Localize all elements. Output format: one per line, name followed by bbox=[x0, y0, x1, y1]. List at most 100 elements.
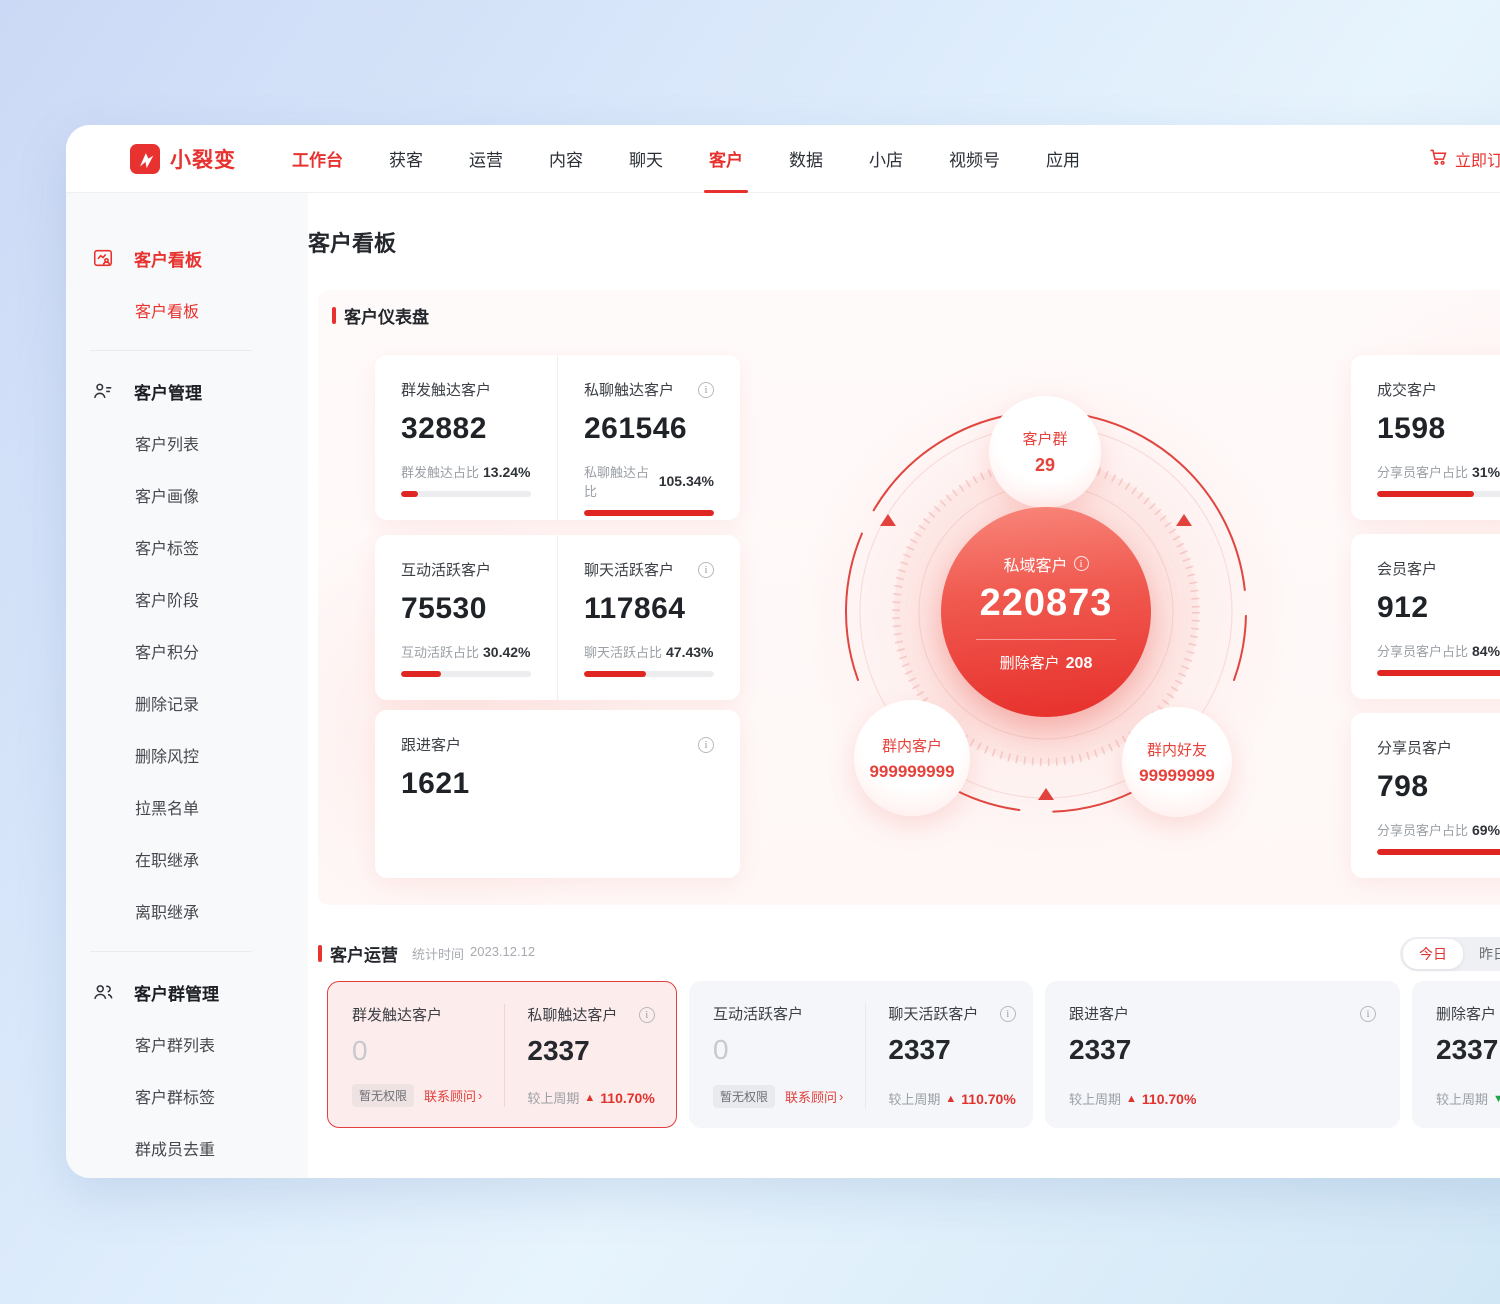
toggle-yesterday[interactable]: 昨日 bbox=[1463, 939, 1500, 969]
section-accent-bar bbox=[318, 945, 322, 962]
stat-private-chat-reach: 私聊触达客户i 261546 私聊触达占比105.34% bbox=[557, 355, 740, 520]
stat-card-member-customers: 会员客户 912 分享员客户占比84% bbox=[1351, 534, 1500, 699]
trend-indicator: 较上周期▲110.70% bbox=[1069, 1089, 1196, 1108]
nav-item-customer[interactable]: 客户 bbox=[709, 146, 743, 171]
progress-bar bbox=[401, 671, 531, 677]
nav-item-workbench[interactable]: 工作台 bbox=[292, 146, 343, 171]
ops-mass-reach: 群发触达客户 0 暂无权限 联系顾问› bbox=[352, 1004, 482, 1107]
sidebar-group-group-mgmt[interactable]: 客户群管理 bbox=[66, 966, 308, 1018]
operations-cards: 群发触达客户 0 暂无权限 联系顾问› 私聊触达客户i 2337 较上周期▲11… bbox=[327, 981, 1500, 1128]
nav-item-content[interactable]: 内容 bbox=[549, 146, 583, 171]
gauge-arrow-bottom bbox=[1038, 788, 1054, 800]
no-permission-badge: 暂无权限 bbox=[352, 1084, 414, 1107]
down-arrow-icon: ▼ bbox=[1493, 1093, 1500, 1105]
info-icon[interactable]: i bbox=[1360, 1006, 1376, 1022]
main-nav: 工作台 获客 运营 内容 聊天 客户 数据 小店 视频号 应用 bbox=[292, 146, 1080, 171]
brand-logo[interactable]: 小裂变 bbox=[130, 144, 236, 174]
info-icon[interactable]: i bbox=[698, 382, 714, 398]
stat-card-row3: 跟进客户i 1621 bbox=[375, 710, 740, 878]
contact-advisor-link[interactable]: 联系顾问› bbox=[785, 1087, 843, 1106]
stat-card-row2: 互动活跃客户 75530 互动活跃占比30.42% 聊天活跃客户i 117864… bbox=[375, 535, 740, 700]
dashboard-section-header: 客户仪表盘 bbox=[332, 303, 429, 328]
stat-card-sharer-customers: 分享员客户 798 分享员客户占比69% bbox=[1351, 713, 1500, 878]
sidebar-item-onjob-transfer[interactable]: 在职继承 bbox=[66, 833, 308, 885]
sidebar-group-customer-mgmt[interactable]: 客户管理 bbox=[66, 365, 308, 417]
nav-item-video[interactable]: 视频号 bbox=[949, 146, 1000, 171]
app-window: 小裂变 工作台 获客 运营 内容 聊天 客户 数据 小店 视频号 应用 bbox=[66, 125, 1500, 1178]
stat-follow-up: 跟进客户i 1621 bbox=[375, 710, 740, 878]
people-icon bbox=[90, 981, 116, 1003]
date-range-toggle: 今日 昨日 bbox=[1400, 937, 1500, 971]
info-icon[interactable]: i bbox=[698, 737, 714, 753]
sidebar-item-member-dedupe[interactable]: 群成员去重 bbox=[66, 1122, 308, 1174]
gauge-in-group-customers: 群内客户 999999999 bbox=[854, 700, 970, 816]
info-icon[interactable]: i bbox=[639, 1007, 655, 1023]
main-content: 客户看板 客户仪表盘 群发触达客户 32882 群发触达占比13.24% bbox=[308, 193, 1500, 1178]
nav-item-apps[interactable]: 应用 bbox=[1046, 146, 1080, 171]
chevron-right-icon: › bbox=[478, 1088, 482, 1103]
sidebar-item-delete-records[interactable]: 删除记录 bbox=[66, 677, 308, 729]
info-icon[interactable]: i bbox=[1000, 1006, 1016, 1022]
trend-indicator: 较上周期▼ bbox=[1436, 1089, 1500, 1108]
sidebar: 客户看板 客户看板 客户管理 客户列表 客户画像 bbox=[66, 193, 308, 1178]
nav-item-shop[interactable]: 小店 bbox=[869, 146, 903, 171]
sidebar-item-customer-stage[interactable]: 客户阶段 bbox=[66, 573, 308, 625]
sidebar-divider bbox=[90, 951, 252, 952]
gauge-arrow-right bbox=[1176, 514, 1192, 526]
subscribe-button[interactable]: 立即订购 bbox=[1428, 125, 1500, 193]
stat-time: 统计时间 2023.12.12 bbox=[412, 944, 535, 963]
sidebar-item-group-list[interactable]: 客户群列表 bbox=[66, 1018, 308, 1070]
sidebar-item-customer-points[interactable]: 客户积分 bbox=[66, 625, 308, 677]
stat-chat-active: 聊天活跃客户i 117864 聊天活跃占比47.43% bbox=[557, 535, 740, 700]
nav-item-chat[interactable]: 聊天 bbox=[629, 146, 663, 171]
sidebar-item-group-tags[interactable]: 客户群标签 bbox=[66, 1070, 308, 1122]
chevron-right-icon: › bbox=[839, 1089, 843, 1104]
cart-icon bbox=[1428, 147, 1448, 172]
trend-indicator: 较上周期▲110.70% bbox=[527, 1088, 654, 1107]
brand-name: 小裂变 bbox=[170, 144, 236, 174]
ops-deleted-customers: 删除客户 2337 较上周期▼ bbox=[1436, 1003, 1500, 1108]
stat-mass-reach: 群发触达客户 32882 群发触达占比13.24% bbox=[375, 355, 557, 520]
lightning-logo-icon bbox=[130, 144, 160, 174]
sidebar-group-dashboard[interactable]: 客户看板 bbox=[66, 232, 308, 284]
ops-card-deleted: 删除客户 2337 较上周期▼ bbox=[1412, 981, 1500, 1128]
ops-card-follow-up: 跟进客户i 2337 较上周期▲110.70% bbox=[1045, 981, 1400, 1128]
section-accent-bar bbox=[332, 307, 336, 324]
dashboard-icon bbox=[90, 247, 116, 269]
up-arrow-icon: ▲ bbox=[945, 1093, 956, 1105]
progress-bar bbox=[401, 491, 531, 497]
operations-section-header: 客户运营 统计时间 2023.12.12 bbox=[318, 941, 535, 966]
top-navbar: 小裂变 工作台 获客 运营 内容 聊天 客户 数据 小店 视频号 应用 bbox=[66, 125, 1500, 193]
up-arrow-icon: ▲ bbox=[584, 1092, 595, 1104]
page-title: 客户看板 bbox=[308, 226, 396, 258]
stat-card-deal-customers: 成交客户 1598 分享员客户占比31% bbox=[1351, 355, 1500, 520]
progress-bar bbox=[584, 671, 714, 677]
info-icon[interactable]: i bbox=[698, 562, 714, 578]
toggle-today[interactable]: 今日 bbox=[1403, 939, 1463, 969]
gauge-in-group-friends: 群内好友 99999999 bbox=[1122, 707, 1232, 817]
nav-item-operation[interactable]: 运营 bbox=[469, 146, 503, 171]
progress-bar bbox=[1377, 491, 1500, 497]
progress-bar bbox=[1377, 849, 1500, 855]
gauge-arrow-left bbox=[880, 514, 896, 526]
up-arrow-icon: ▲ bbox=[1126, 1093, 1137, 1105]
desktop-background: 小裂变 工作台 获客 运营 内容 聊天 客户 数据 小店 视频号 应用 bbox=[0, 0, 1500, 1304]
gauge-customer-groups: 客户群 29 bbox=[989, 396, 1101, 508]
sidebar-item-offjob-transfer[interactable]: 离职继承 bbox=[66, 885, 308, 937]
sidebar-item-customer-tags[interactable]: 客户标签 bbox=[66, 521, 308, 573]
sidebar-item-customer-list[interactable]: 客户列表 bbox=[66, 417, 308, 469]
progress-bar bbox=[584, 510, 714, 516]
sidebar-item-blacklist[interactable]: 拉黑名单 bbox=[66, 781, 308, 833]
nav-item-data[interactable]: 数据 bbox=[789, 146, 823, 171]
customer-dashboard-panel: 客户仪表盘 群发触达客户 32882 群发触达占比13.24% 私聊触达客户i … bbox=[318, 290, 1500, 905]
gauge-private-customers: 私域客户i 220873 删除客户208 bbox=[941, 507, 1151, 717]
trend-indicator: 较上周期▲110.70% bbox=[888, 1089, 1015, 1108]
contact-advisor-link[interactable]: 联系顾问› bbox=[424, 1086, 482, 1105]
sidebar-item-delete-risk[interactable]: 删除风控 bbox=[66, 729, 308, 781]
sidebar-item-customer-profile[interactable]: 客户画像 bbox=[66, 469, 308, 521]
info-icon[interactable]: i bbox=[1074, 556, 1089, 571]
no-permission-badge: 暂无权限 bbox=[713, 1085, 775, 1108]
person-list-icon bbox=[90, 380, 116, 402]
nav-item-acquisition[interactable]: 获客 bbox=[389, 146, 423, 171]
sidebar-item-dashboard[interactable]: 客户看板 bbox=[66, 284, 308, 336]
